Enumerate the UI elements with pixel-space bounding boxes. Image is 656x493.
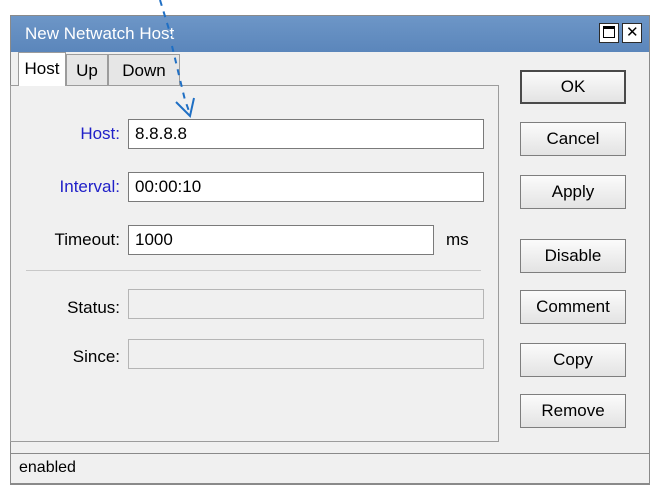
since-label: Since: — [72, 347, 120, 366]
timeout-unit: ms — [446, 230, 469, 249]
tab-down[interactable]: Down — [108, 54, 180, 86]
comment-button[interactable]: Comment — [520, 290, 626, 324]
status-bar: enabled — [10, 453, 650, 484]
maximize-icon[interactable] — [599, 23, 619, 43]
window-title: New Netwatch Host — [25, 24, 175, 43]
separator — [26, 270, 481, 271]
timeout-input[interactable]: 1000 — [128, 225, 434, 255]
host-label: Host: — [80, 124, 120, 143]
cancel-button[interactable]: Cancel — [520, 122, 626, 156]
tab-up[interactable]: Up — [66, 54, 108, 86]
ok-button[interactable]: OK — [520, 70, 626, 104]
status-label: Status: — [67, 298, 120, 317]
status-text: enabled — [19, 459, 76, 476]
remove-button[interactable]: Remove — [520, 394, 626, 428]
interval-input[interactable]: 00:00:10 — [128, 172, 484, 202]
host-input[interactable]: 8.8.8.8 — [128, 119, 484, 149]
interval-label: Interval: — [59, 177, 120, 196]
since-field — [128, 339, 484, 369]
copy-button[interactable]: Copy — [520, 343, 626, 377]
disable-button[interactable]: Disable — [520, 239, 626, 273]
status-field — [128, 289, 484, 319]
close-icon[interactable] — [622, 23, 642, 43]
apply-button[interactable]: Apply — [520, 175, 626, 209]
title-bar[interactable]: New Netwatch Host — [11, 16, 649, 52]
tab-host[interactable]: Host — [18, 52, 66, 86]
timeout-label: Timeout: — [54, 230, 120, 249]
